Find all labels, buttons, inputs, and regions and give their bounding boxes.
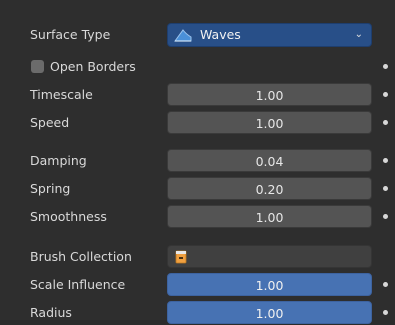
open-borders-checkbox[interactable] (31, 60, 44, 73)
keyframe-dot-icon[interactable] (383, 310, 388, 315)
chevron-down-icon: ⌄ (354, 29, 363, 40)
scale-influence-field[interactable]: 1.00 (167, 273, 372, 296)
spring-row: Spring 0.20 (0, 176, 395, 201)
speed-field[interactable]: 1.00 (167, 111, 372, 134)
open-borders-row: Open Borders (0, 54, 395, 79)
surface-type-row: Surface Type Waves ⌄ (0, 22, 395, 47)
scale-influence-label: Scale Influence (30, 277, 126, 292)
timescale-row: Timescale 1.00 (0, 82, 395, 107)
collection-icon (175, 250, 187, 264)
smoothness-field[interactable]: 1.00 (167, 205, 372, 228)
smoothness-label: Smoothness (30, 209, 107, 224)
keyframe-dot-icon[interactable] (383, 158, 388, 163)
damping-row: Damping 0.04 (0, 148, 395, 173)
spring-field[interactable]: 0.20 (167, 177, 372, 200)
keyframe-dot-icon[interactable] (383, 92, 388, 97)
brush-collection-row: Brush Collection (0, 244, 395, 269)
surface-type-value: Waves (200, 27, 241, 42)
radius-field[interactable]: 1.00 (167, 301, 372, 324)
speed-label: Speed (30, 115, 70, 130)
keyframe-dot-icon[interactable] (383, 186, 388, 191)
brush-collection-field[interactable] (167, 245, 372, 268)
radius-row: Radius 1.00 (0, 300, 395, 325)
timescale-label: Timescale (30, 87, 93, 102)
keyframe-dot-icon[interactable] (383, 282, 388, 287)
smoothness-row: Smoothness 1.00 (0, 204, 395, 229)
spring-label: Spring (30, 181, 71, 196)
surface-type-label: Surface Type (30, 27, 111, 42)
speed-row: Speed 1.00 (0, 110, 395, 135)
timescale-field[interactable]: 1.00 (167, 83, 372, 106)
open-borders-label[interactable]: Open Borders (50, 54, 136, 79)
radius-label: Radius (30, 305, 72, 320)
surface-type-dropdown[interactable]: Waves ⌄ (167, 23, 372, 47)
keyframe-dot-icon[interactable] (383, 214, 388, 219)
keyframe-dot-icon[interactable] (383, 64, 388, 69)
keyframe-dot-icon[interactable] (383, 120, 388, 125)
damping-label: Damping (30, 153, 87, 168)
damping-field[interactable]: 0.04 (167, 149, 372, 172)
brush-collection-label: Brush Collection (30, 249, 132, 264)
dynamic-paint-waves-panel: Surface Type Waves ⌄ Open Borders Timesc… (0, 0, 395, 324)
scale-influence-row: Scale Influence 1.00 (0, 272, 395, 297)
waves-icon (174, 29, 192, 42)
